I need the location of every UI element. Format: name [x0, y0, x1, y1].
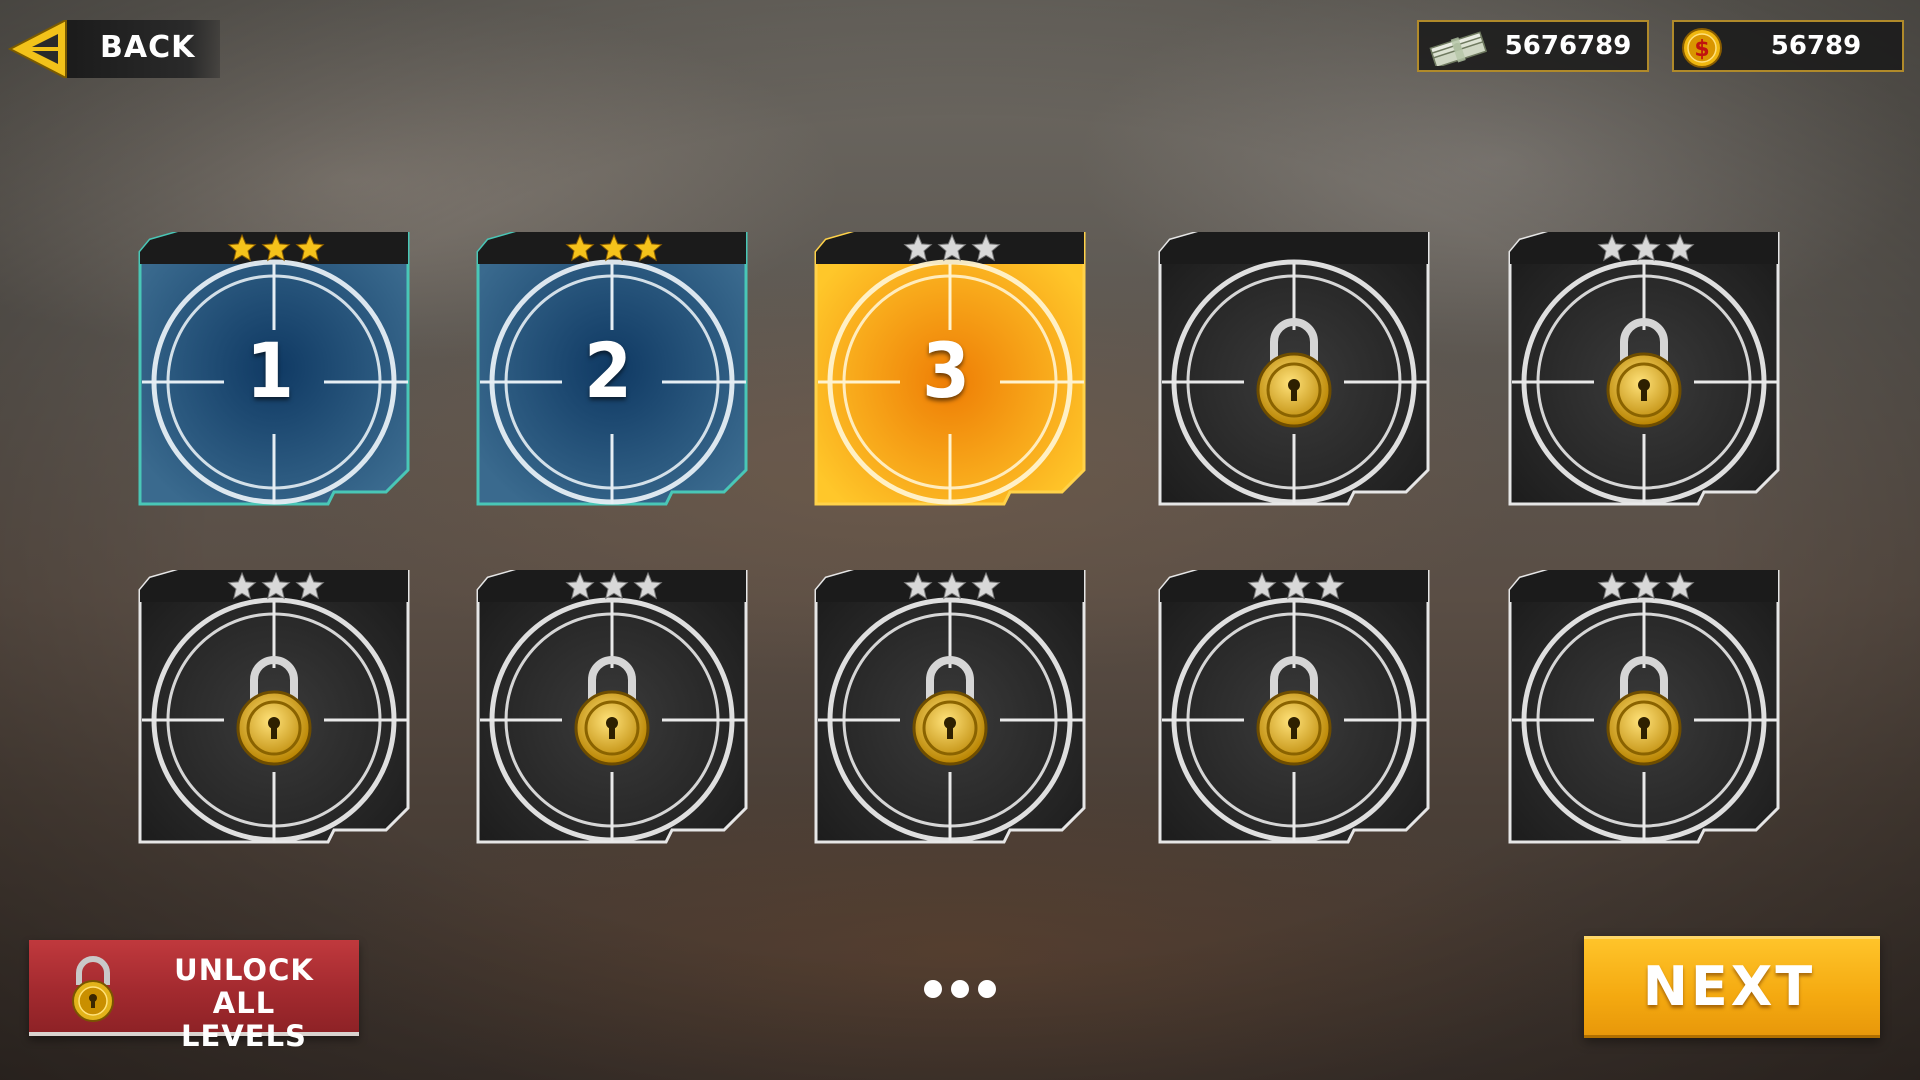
level-number: 3: [922, 326, 970, 415]
level-tile-graphic: [476, 570, 748, 844]
level-tile-graphic: [1158, 232, 1430, 506]
cash-amount: 5676789: [1504, 31, 1632, 61]
level-card-2[interactable]: 2: [476, 232, 752, 508]
level-tile-graphic: [1508, 232, 1780, 506]
level-number: 1: [246, 326, 294, 415]
page-dot: [951, 980, 969, 998]
level-tile-graphic: [1508, 570, 1780, 844]
cash-counter[interactable]: 5676789: [1417, 20, 1649, 72]
level-number: 2: [584, 326, 632, 415]
next-label: NEXT: [1642, 955, 1816, 1018]
back-arrow-icon: [7, 20, 67, 78]
coin-counter[interactable]: $ 56789: [1672, 20, 1904, 72]
blurred-background: [0, 0, 1920, 1080]
level-card-4[interactable]: [1158, 232, 1434, 508]
unlock-all-levels-button[interactable]: UNLOCK ALL LEVELS: [29, 940, 359, 1053]
level-card-5[interactable]: [1508, 232, 1784, 508]
level-card-6[interactable]: [138, 570, 414, 846]
back-label: BACK: [100, 30, 196, 65]
dollar-coin-icon: $: [1682, 28, 1722, 68]
level-card-10[interactable]: [1508, 570, 1784, 846]
level-tile-graphic: [138, 570, 410, 844]
svg-text:$: $: [1694, 37, 1709, 62]
level-card-7[interactable]: [476, 570, 752, 846]
back-button[interactable]: BACK: [6, 20, 220, 78]
level-tile-graphic: [814, 570, 1086, 844]
level-card-9[interactable]: [1158, 570, 1434, 846]
page-dot: [924, 980, 942, 998]
page-indicator: [924, 978, 996, 1002]
page-dot: [978, 980, 996, 998]
level-card-3[interactable]: 3: [814, 232, 1090, 508]
coin-amount: 56789: [1770, 31, 1862, 61]
level-card-1[interactable]: 1: [138, 232, 414, 508]
level-tile-graphic: [1158, 570, 1430, 844]
padlock-icon: [72, 956, 114, 1022]
next-button[interactable]: NEXT: [1584, 936, 1880, 1038]
cash-stack-icon: [1429, 31, 1487, 66]
level-card-8[interactable]: [814, 570, 1090, 846]
unlock-all-levels-label: UNLOCK ALL LEVELS: [174, 953, 314, 1053]
